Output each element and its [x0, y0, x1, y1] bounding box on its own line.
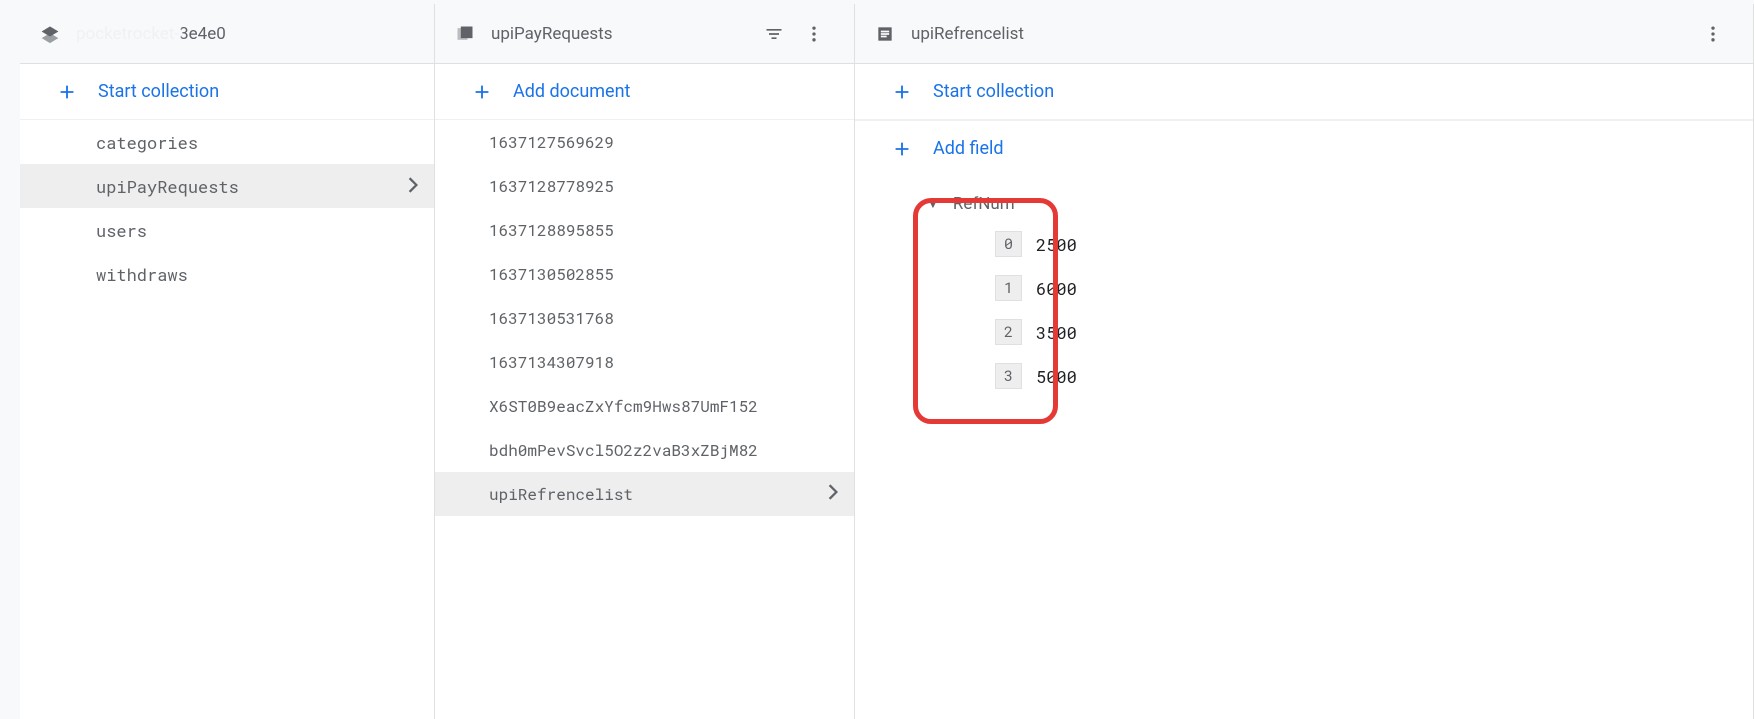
collection-item[interactable]: upiPayRequests: [20, 164, 434, 208]
document-item[interactable]: X6ST0B9eacZxYfcm9Hws87UmF152: [435, 384, 854, 428]
document-item[interactable]: 1637128895855: [435, 208, 854, 252]
documents-panel: upiPayRequests Add document 163712756962…: [435, 4, 855, 719]
array-value: 6000: [1036, 277, 1077, 300]
start-collection-doc-button[interactable]: Start collection: [855, 64, 1753, 120]
project-name: pocketrocket-3e4e0: [76, 24, 226, 44]
array-index: 3: [995, 363, 1022, 389]
collection-item[interactable]: withdraws: [20, 252, 434, 296]
array-value: 3500: [1036, 321, 1077, 344]
more-vert-icon: [1703, 24, 1723, 44]
field-refnum[interactable]: ▼ RefNum: [855, 186, 1753, 222]
collections-panel: pocketrocket-3e4e0 Start collection cate…: [20, 4, 435, 719]
collection-header[interactable]: upiPayRequests: [435, 4, 854, 64]
doc-menu-button[interactable]: [1693, 14, 1733, 54]
array-element[interactable]: 1 6000: [855, 266, 1753, 310]
array-index: 0: [995, 231, 1022, 257]
document-title: upiRefrencelist: [911, 24, 1024, 44]
plus-icon: [56, 81, 78, 103]
plus-icon: [471, 81, 493, 103]
document-item[interactable]: 1637134307918: [435, 340, 854, 384]
array-element[interactable]: 3 5000: [855, 354, 1753, 398]
add-document-button[interactable]: Add document: [435, 64, 854, 120]
chevron-right-icon: [408, 175, 418, 198]
field-name: RefNum: [953, 194, 1015, 214]
array-index: 2: [995, 319, 1022, 345]
documents-list: 1637127569629163712877892516371288958551…: [435, 120, 854, 719]
document-header[interactable]: upiRefrencelist: [855, 4, 1753, 64]
chevron-right-icon: [828, 484, 838, 505]
add-field-button[interactable]: Add field: [855, 120, 1753, 176]
menu-button[interactable]: [794, 14, 834, 54]
start-collection-doc-label: Start collection: [933, 81, 1054, 102]
collection-item[interactable]: categories: [20, 120, 434, 164]
array-index: 1: [995, 275, 1022, 301]
start-collection-label: Start collection: [98, 81, 219, 102]
more-vert-icon: [804, 24, 824, 44]
add-field-label: Add field: [933, 138, 1004, 159]
document-item[interactable]: 1637130502855: [435, 252, 854, 296]
array-element[interactable]: 2 3500: [855, 310, 1753, 354]
add-document-label: Add document: [513, 81, 630, 102]
document-item[interactable]: 1637128778925: [435, 164, 854, 208]
document-item[interactable]: 1637130531768: [435, 296, 854, 340]
start-collection-button[interactable]: Start collection: [20, 64, 434, 120]
array-element[interactable]: 0 2500: [855, 222, 1753, 266]
collections-list: categoriesupiPayRequestsuserswithdraws: [20, 120, 434, 719]
project-header[interactable]: pocketrocket-3e4e0: [20, 4, 434, 64]
collection-item[interactable]: users: [20, 208, 434, 252]
array-value: 2500: [1036, 233, 1077, 256]
array-value: 5000: [1036, 365, 1077, 388]
filter-button[interactable]: [754, 14, 794, 54]
plus-icon: [891, 81, 913, 103]
document-item[interactable]: upiRefrencelist: [435, 472, 854, 516]
document-item[interactable]: bdh0mPevSvcl5O2z2vaB3xZBjM82: [435, 428, 854, 472]
collection-icon: [455, 24, 475, 44]
field-content: ▼ RefNum 0 2500 1 6000 2 3500 3 5000: [855, 176, 1753, 719]
plus-icon: [891, 138, 913, 160]
document-item[interactable]: 1637127569629: [435, 120, 854, 164]
document-panel: upiRefrencelist Start collection Add fie…: [855, 4, 1754, 719]
collection-title: upiPayRequests: [491, 24, 613, 44]
filter-icon: [764, 24, 784, 44]
caret-down-icon: ▼: [927, 197, 939, 211]
document-icon: [875, 24, 895, 44]
home-icon: [40, 24, 60, 44]
